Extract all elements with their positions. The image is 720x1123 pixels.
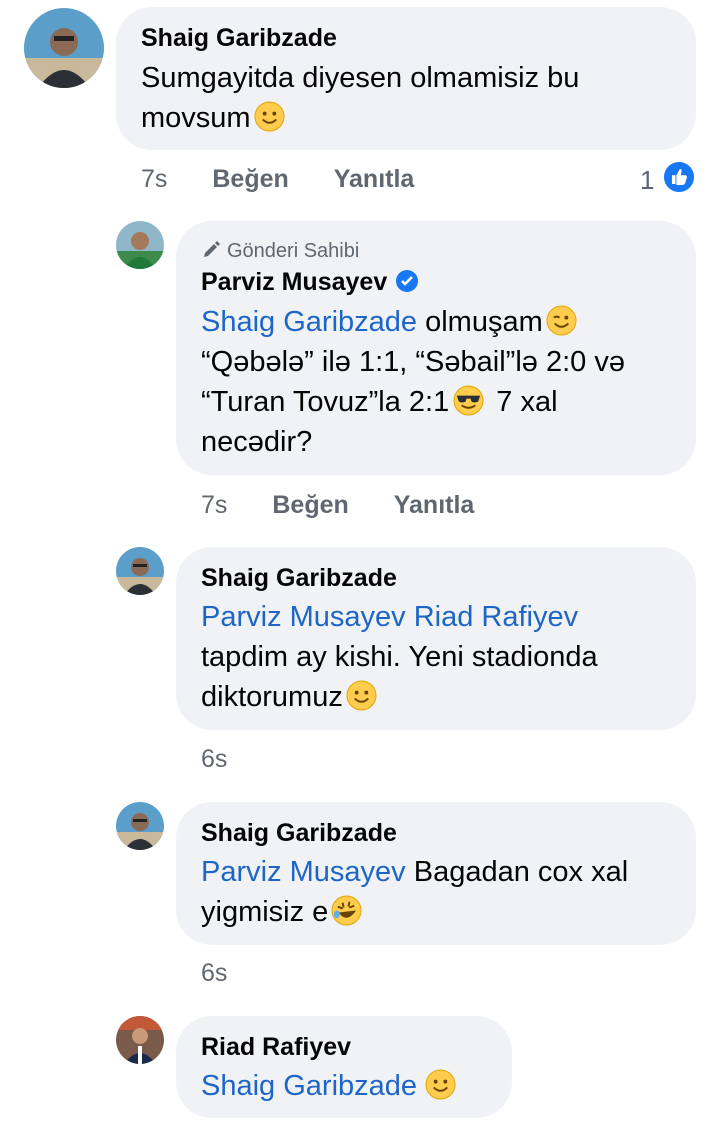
sunglasses-emoji-icon bbox=[453, 385, 484, 416]
like-button[interactable]: Beğen bbox=[212, 165, 288, 194]
reaction-count[interactable]: 1 bbox=[640, 165, 654, 196]
avatar[interactable] bbox=[116, 221, 164, 269]
mention-link[interactable]: Shaig Garibzade bbox=[201, 1070, 417, 1102]
smile-emoji-icon bbox=[425, 1069, 456, 1100]
avatar[interactable] bbox=[116, 1016, 164, 1064]
comment-text: Shaig Garibzade olmuşam “Qəbələ” ilə 1:1… bbox=[201, 305, 625, 458]
comment-text: Parviz Musayev Riad Rafiyev tapdim ay ki… bbox=[201, 601, 598, 713]
smile-emoji-icon bbox=[254, 101, 285, 132]
mention-link[interactable]: Parviz Musayev Riad Rafiyev bbox=[201, 601, 578, 633]
comment-time: 7s bbox=[141, 165, 168, 193]
comment-actions: 6s bbox=[201, 959, 227, 988]
reply-button[interactable]: Yanıtla bbox=[394, 491, 475, 520]
smile-emoji-icon bbox=[346, 680, 377, 711]
comment-text: Parviz Musayev Bagadan cox xal yigmisiz … bbox=[201, 856, 629, 928]
wink-emoji-icon bbox=[546, 305, 577, 336]
reply-button[interactable]: Yanıtla bbox=[334, 165, 415, 194]
mention-link[interactable]: Shaig Garibzade bbox=[201, 306, 417, 338]
mention-link[interactable]: Parviz Musayev bbox=[201, 856, 406, 888]
thumbs-up-icon[interactable] bbox=[662, 160, 696, 194]
comment-time: 7s bbox=[201, 491, 228, 519]
comment-time: 6s bbox=[201, 745, 228, 773]
comment-author[interactable]: Shaig Garibzade bbox=[141, 24, 337, 53]
comment-actions: 6s bbox=[201, 745, 227, 774]
post-author-badge: Gönderi Sahibi bbox=[201, 240, 359, 263]
avatar[interactable] bbox=[116, 547, 164, 595]
comment-author[interactable]: Shaig Garibzade bbox=[201, 564, 397, 593]
comment-text: Sumgayitda diyesen olmamisiz bu movsum bbox=[141, 62, 580, 134]
comment-author[interactable]: Riad Rafiyev bbox=[201, 1033, 351, 1062]
comment-author[interactable]: Parviz Musayev bbox=[201, 268, 419, 297]
rofl-emoji-icon bbox=[331, 895, 362, 926]
avatar[interactable] bbox=[116, 802, 164, 850]
comment-time: 6s bbox=[201, 959, 228, 987]
comment-author[interactable]: Shaig Garibzade bbox=[201, 819, 397, 848]
avatar[interactable] bbox=[24, 8, 104, 88]
comment-actions: 7s Beğen Yanıtla bbox=[201, 491, 474, 520]
pencil-icon bbox=[201, 240, 221, 260]
like-button[interactable]: Beğen bbox=[272, 491, 348, 520]
comment-text: Shaig Garibzade bbox=[201, 1066, 456, 1106]
verified-badge-icon bbox=[395, 269, 419, 293]
comment-actions: 7s Beğen Yanıtla bbox=[141, 165, 414, 194]
